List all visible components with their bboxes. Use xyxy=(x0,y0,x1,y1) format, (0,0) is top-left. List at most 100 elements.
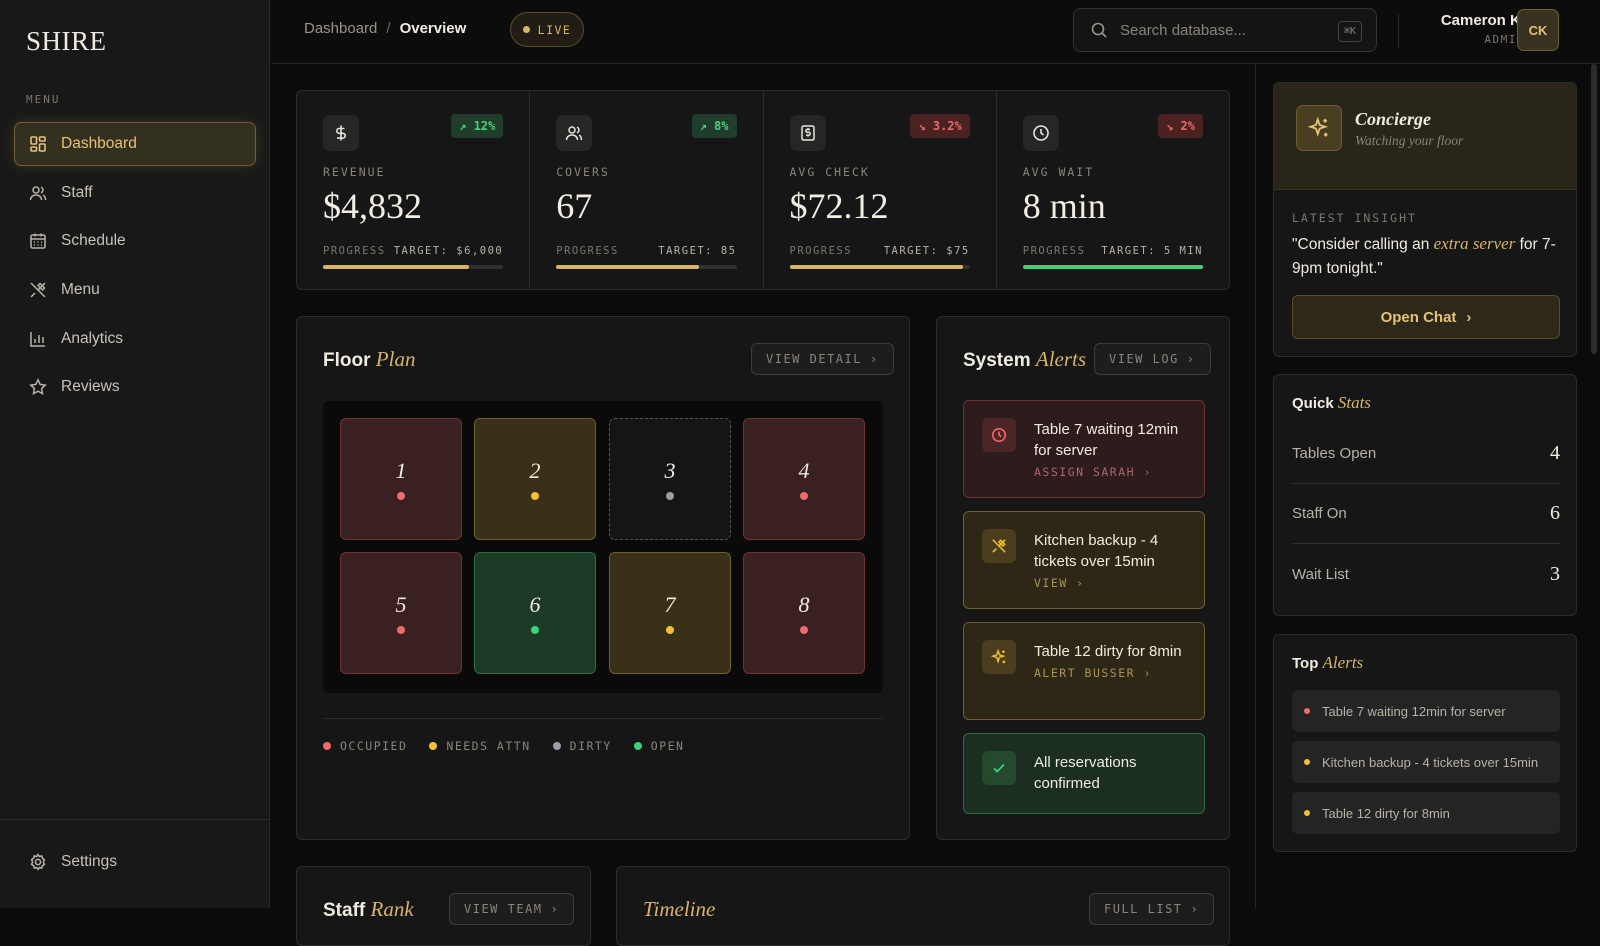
user-info[interactable]: Cameron K. ADMIN xyxy=(1421,12,1525,46)
progress-target: TARGET: 85 xyxy=(658,245,737,257)
table-tile[interactable]: 1 xyxy=(340,418,462,540)
alert-card[interactable]: Kitchen backup - 4 tickets over 15min VI… xyxy=(963,511,1205,609)
breadcrumb-root[interactable]: Dashboard xyxy=(304,20,377,37)
floor-legend: OCCUPIED NEEDS ATTN DIRTY OPEN xyxy=(323,739,706,753)
top-alert-item[interactable]: Table 7 waiting 12min for server xyxy=(1292,690,1560,732)
user-name: Cameron K. xyxy=(1440,12,1525,29)
clock-icon xyxy=(1022,115,1059,151)
panel-title: System Alerts xyxy=(963,347,1087,371)
full-list-button[interactable]: FULL LIST › xyxy=(1089,893,1215,925)
status-dot xyxy=(397,492,405,500)
sidebar-item-settings[interactable]: Settings xyxy=(14,840,256,884)
alert-action[interactable]: ALERT BUSSER › xyxy=(1034,666,1188,680)
progress-target: TARGET: $75 xyxy=(883,245,970,257)
sidebar-item-reviews[interactable]: Reviews xyxy=(14,365,256,409)
sidebar-item-analytics[interactable]: Analytics xyxy=(14,317,256,361)
status-dot xyxy=(800,626,808,634)
progress-label: PROGRESS xyxy=(1022,245,1086,257)
legend-dot xyxy=(552,742,561,750)
progress-row: PROGRESS TARGET: 5 MIN xyxy=(1023,245,1203,257)
stat-label: REVENUE xyxy=(323,165,386,179)
scrollbar[interactable] xyxy=(1591,64,1597,354)
concierge-title: Concierge xyxy=(1355,109,1431,129)
sidebar-item-menu[interactable]: Menu xyxy=(14,268,256,312)
stat-card-avg-check: ↘ 3.2% AVG CHECK $72.12 PROGRESS TARGET: … xyxy=(764,91,997,289)
progress-bar xyxy=(789,265,970,269)
sidebar: SHIRE MENU Dashboard Staff Schedule Menu… xyxy=(0,0,270,908)
trend-badge: ↘ 2% xyxy=(1158,114,1203,138)
progress-row: PROGRESS TARGET: $75 xyxy=(790,245,970,257)
trend-down-icon: ↘ xyxy=(918,119,933,133)
chevron-right-icon: › xyxy=(1186,352,1196,366)
receipt-icon xyxy=(789,115,826,151)
view-log-button[interactable]: VIEW LOG › xyxy=(1094,343,1211,375)
avatar[interactable]: CK xyxy=(1517,9,1559,51)
progress-fill xyxy=(1022,265,1203,269)
stat-label: AVG WAIT xyxy=(1022,165,1095,179)
table-tile[interactable]: 7 xyxy=(609,552,731,674)
users-icon xyxy=(556,115,593,151)
trend-up-icon: ↗ xyxy=(699,119,715,133)
progress-label: PROGRESS xyxy=(789,245,853,257)
table-tile[interactable]: 2 xyxy=(474,418,596,540)
quick-stat-row: Tables Open 4 xyxy=(1292,424,1560,484)
top-alert-item[interactable]: Kitchen backup - 4 tickets over 15min xyxy=(1292,741,1560,783)
table-tile[interactable]: 5 xyxy=(340,552,462,674)
breadcrumb-current: Overview xyxy=(399,20,467,37)
sidebar-item-dashboard[interactable]: Dashboard xyxy=(14,122,256,166)
stat-label: AVG CHECK xyxy=(789,165,870,179)
alert-card[interactable]: Table 12 dirty for 8min ALERT BUSSER › xyxy=(963,622,1205,720)
table-tile[interactable]: 8 xyxy=(743,552,865,674)
panel-title: Timeline xyxy=(643,897,716,921)
progress-fill xyxy=(556,265,699,269)
live-dot-icon xyxy=(522,26,530,33)
top-alert-item[interactable]: Table 12 dirty for 8min xyxy=(1292,792,1560,834)
insight-label: LATEST INSIGHT xyxy=(1292,211,1417,225)
utensils-icon xyxy=(29,281,47,299)
alert-action[interactable]: ASSIGN SARAH › xyxy=(1034,465,1188,479)
sidebar-item-label: Staff xyxy=(61,183,93,201)
status-dot xyxy=(1304,810,1310,816)
progress-label: PROGRESS xyxy=(323,245,386,257)
status-dot xyxy=(666,492,674,500)
status-dot xyxy=(531,492,539,500)
open-chat-button[interactable]: Open Chat › xyxy=(1292,295,1560,339)
alert-text: Kitchen backup - 4 tickets over 15min xyxy=(1034,532,1159,570)
shortcut-hint: ⌘K xyxy=(1337,21,1362,42)
sidebar-footer: Settings xyxy=(0,819,269,908)
sidebar-nav: Dashboard Staff Schedule Menu Analytics … xyxy=(14,122,256,414)
system-alerts-panel: System Alerts VIEW LOG › Table 7 waiting … xyxy=(936,316,1230,840)
chevron-right-icon: › xyxy=(1466,308,1472,326)
menu-section-label: MENU xyxy=(26,93,61,106)
search-box[interactable]: ⌘K xyxy=(1073,8,1377,52)
alert-text: Table 12 dirty for 8min xyxy=(1034,643,1182,660)
legend-item-open: OPEN xyxy=(633,739,685,753)
dollar-icon xyxy=(323,115,359,151)
table-tile[interactable]: 3 xyxy=(609,418,731,540)
breadcrumb: Dashboard / Overview xyxy=(304,20,466,37)
table-tile[interactable]: 6 xyxy=(474,552,596,674)
chevron-right-icon: › xyxy=(550,902,560,916)
sidebar-item-schedule[interactable]: Schedule xyxy=(14,219,256,263)
view-detail-button[interactable]: VIEW DETAIL › xyxy=(751,343,894,375)
status-dot xyxy=(666,626,674,634)
stat-value: $72.12 xyxy=(789,186,889,226)
alert-card[interactable]: Table 7 waiting 12min for server ASSIGN … xyxy=(963,400,1205,498)
sidebar-item-staff[interactable]: Staff xyxy=(14,171,256,215)
search-input[interactable] xyxy=(1120,21,1320,39)
alert-card[interactable]: All reservations confirmed xyxy=(963,733,1205,814)
insight-text: "Consider calling an extra server for 7-… xyxy=(1292,234,1556,277)
table-tile[interactable]: 4 xyxy=(743,418,865,540)
stat-card-covers: ↗ 8% COVERS 67 PROGRESS TARGET: 85 xyxy=(530,91,764,289)
search-icon xyxy=(1090,21,1108,39)
progress-bar xyxy=(323,265,504,269)
concierge-panel: Concierge Watching your floor LATEST INS… xyxy=(1273,82,1577,357)
legend-item-occupied: OCCUPIED xyxy=(323,739,407,753)
alert-action[interactable]: VIEW › xyxy=(1034,576,1188,590)
divider xyxy=(323,718,883,719)
progress-fill xyxy=(323,265,469,269)
sparkle-icon xyxy=(982,640,1016,674)
view-team-button[interactable]: VIEW TEAM › xyxy=(449,893,575,925)
chevron-right-icon: › xyxy=(869,352,879,366)
clock-icon xyxy=(982,418,1016,452)
